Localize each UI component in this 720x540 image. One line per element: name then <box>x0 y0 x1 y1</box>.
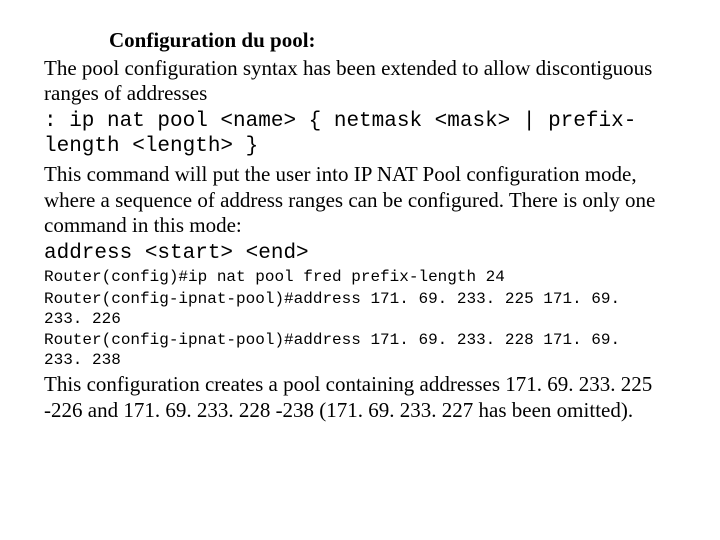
result-paragraph: This configuration creates a pool contai… <box>44 372 668 423</box>
intro-paragraph: The pool configuration syntax has been e… <box>44 56 668 107</box>
terminal-line-2: Router(config-ipnat-pool)#address 171. 6… <box>44 290 668 329</box>
command-syntax-address: address <start> <end> <box>44 241 668 267</box>
terminal-line-3: Router(config-ipnat-pool)#address 171. 6… <box>44 331 668 370</box>
section-heading: Configuration du pool: <box>44 28 668 54</box>
terminal-line-1: Router(config)#ip nat pool fred prefix-l… <box>44 268 668 288</box>
command-syntax-pool: : ip nat pool <name> { netmask <mask> | … <box>44 109 668 160</box>
explanation-paragraph: This command will put the user into IP N… <box>44 162 668 239</box>
document-page: Configuration du pool: The pool configur… <box>0 0 720 423</box>
